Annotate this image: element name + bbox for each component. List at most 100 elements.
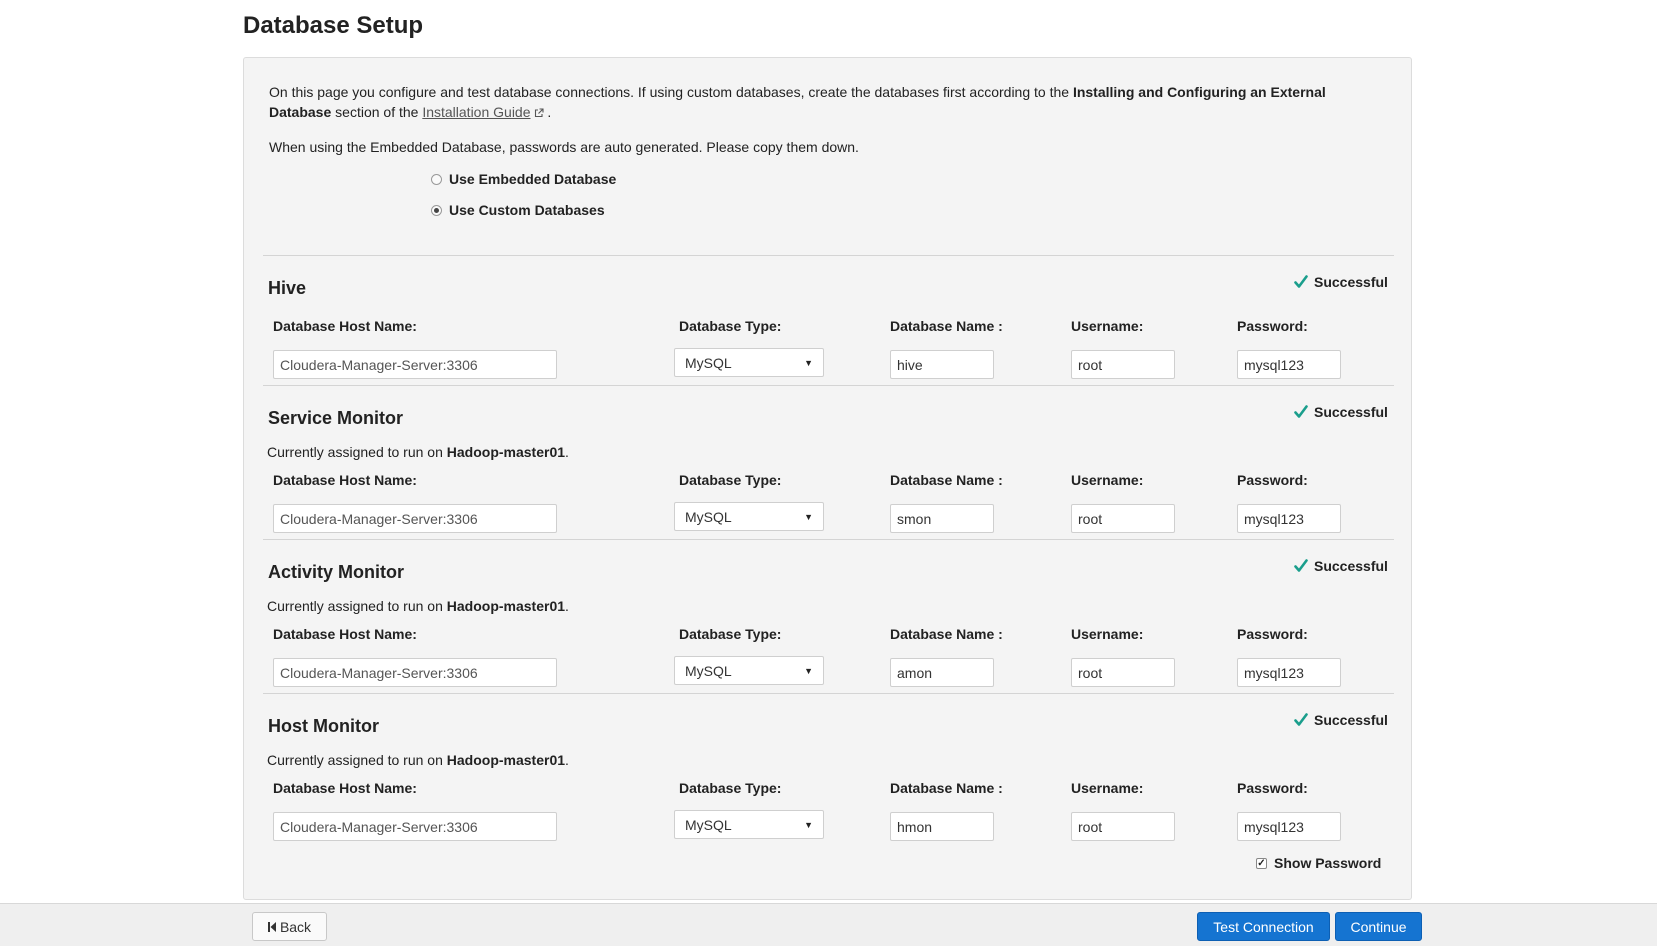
database-type-select[interactable]: MySQL ▼ [674,348,824,377]
radio-embedded-database[interactable]: Use Embedded Database [431,171,616,187]
status-text: Successful [1314,712,1388,728]
label-password: Password: [1237,626,1308,642]
status-text: Successful [1314,404,1388,420]
status-successful: Successful [1293,274,1388,290]
check-icon [1294,275,1308,288]
label-type: Database Type: [679,318,782,334]
database-type-select[interactable]: MySQL ▼ [674,502,824,531]
assigned-prefix: Currently assigned to run on [267,752,447,768]
section-divider [263,255,1394,256]
assigned-host-note: Currently assigned to run on Hadoop-mast… [267,444,569,460]
password-input[interactable] [1237,350,1341,379]
radio-label: Use Embedded Database [449,171,617,187]
host-input[interactable] [273,812,557,841]
label-username: Username: [1071,626,1144,642]
select-value: MySQL [685,354,732,371]
section-divider [263,693,1394,694]
select-value: MySQL [685,508,732,525]
status-text: Successful [1314,274,1388,290]
status-text: Successful [1314,558,1388,574]
assigned-suffix: . [565,598,569,614]
assigned-suffix: . [565,752,569,768]
username-input[interactable] [1071,350,1175,379]
db-name-input[interactable] [890,350,994,379]
host-input[interactable] [273,658,557,687]
assigned-host-note: Currently assigned to run on Hadoop-mast… [267,598,569,614]
db-name-input[interactable] [890,812,994,841]
label-username: Username: [1071,472,1144,488]
back-button-label: Back [279,918,312,935]
database-type-select[interactable]: MySQL ▼ [674,810,824,839]
intro-password-note: When using the Embedded Database, passwo… [269,139,859,155]
label-type: Database Type: [679,780,782,796]
caret-down-icon: ▼ [804,819,813,830]
caret-down-icon: ▼ [804,665,813,676]
section-title: Host Monitor [268,716,379,736]
label-db-name: Database Name : [890,318,1003,334]
label-host: Database Host Name: [273,626,417,642]
label-db-name: Database Name : [890,626,1003,642]
assigned-host: Hadoop-master01 [446,598,566,614]
footer-bar: Back Test Connection Continue [0,903,1657,946]
status-successful: Successful [1293,712,1388,728]
intro-text-part: . [543,104,552,120]
label-host: Database Host Name: [273,472,417,488]
radio-button[interactable] [431,173,442,185]
assigned-prefix: Currently assigned to run on [267,444,447,460]
check-icon [1294,559,1308,572]
back-button[interactable]: Back [252,912,327,941]
continue-button[interactable]: Continue [1335,912,1422,941]
password-input[interactable] [1237,658,1341,687]
label-host: Database Host Name: [273,318,417,334]
radio-label: Use Custom Databases [449,202,605,218]
label-username: Username: [1071,780,1144,796]
intro-text-part: On this page you configure and test data… [269,84,1073,100]
intro-text-part: section of the [331,104,423,120]
label-type: Database Type: [679,626,782,642]
radio-button[interactable] [431,204,442,216]
show-password-checkbox[interactable]: ✓ [1256,857,1267,869]
assigned-host: Hadoop-master01 [446,752,566,768]
check-icon [1294,405,1308,418]
section-title: Hive [268,278,307,298]
caret-down-icon: ▼ [804,511,813,522]
section-title: Service Monitor [268,408,404,428]
status-successful: Successful [1293,558,1388,574]
password-input[interactable] [1237,812,1341,841]
assigned-host: Hadoop-master01 [446,444,566,460]
installation-guide-link[interactable]: Installation Guide [422,104,530,120]
assigned-suffix: . [565,444,569,460]
section-divider [263,539,1394,540]
username-input[interactable] [1071,504,1175,533]
username-input[interactable] [1071,658,1175,687]
status-successful: Successful [1293,404,1388,420]
radio-custom-databases[interactable]: Use Custom Databases [431,202,605,218]
label-db-name: Database Name : [890,472,1003,488]
select-value: MySQL [685,662,732,679]
skip-back-icon [267,921,276,932]
label-password: Password: [1237,472,1308,488]
external-link-icon [534,108,544,118]
caret-down-icon: ▼ [804,357,813,368]
select-value: MySQL [685,816,732,833]
password-input[interactable] [1237,504,1341,533]
db-name-input[interactable] [890,504,994,533]
section-title: Activity Monitor [268,562,405,582]
assigned-host-note: Currently assigned to run on Hadoop-mast… [267,752,569,768]
show-password-toggle[interactable]: ✓ Show Password [1256,855,1381,871]
label-db-name: Database Name : [890,780,1003,796]
label-password: Password: [1237,780,1308,796]
database-type-select[interactable]: MySQL ▼ [674,656,824,685]
page-title: Database Setup [243,12,424,39]
check-icon [1294,713,1308,726]
test-connection-button[interactable]: Test Connection [1197,912,1330,941]
intro-text: On this page you configure and test data… [269,82,1379,122]
label-username: Username: [1071,318,1144,334]
show-password-label: Show Password [1274,855,1382,871]
host-input[interactable] [273,350,557,379]
host-input[interactable] [273,504,557,533]
assigned-prefix: Currently assigned to run on [267,598,447,614]
db-name-input[interactable] [890,658,994,687]
label-type: Database Type: [679,472,782,488]
username-input[interactable] [1071,812,1175,841]
